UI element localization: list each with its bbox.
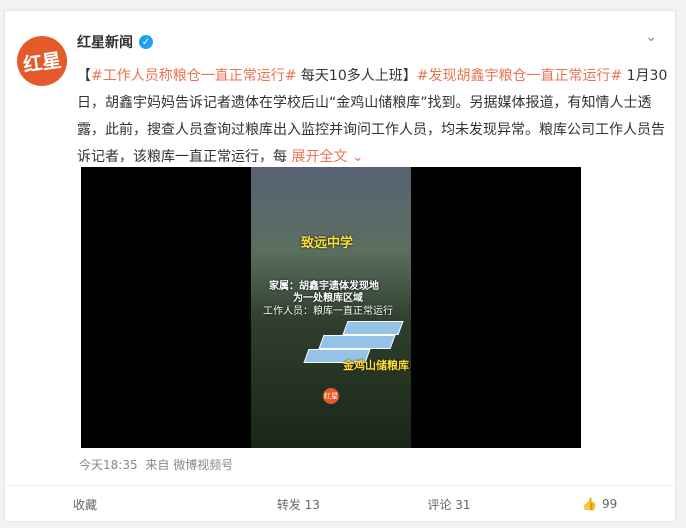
warehouse-label: 金鸡山储粮库 (343, 359, 409, 372)
video-caption-3: 工作人员：粮库一直正常运行 (263, 306, 393, 317)
post-time[interactable]: 今天18:35 (79, 458, 138, 472)
video-player[interactable]: 致远中学 家属：胡鑫宇遗体发现地 为一处粮库区域 工作人员：粮库一直正常运行 金… (81, 167, 581, 448)
more-menu-icon[interactable]: ⌄ (645, 29, 657, 45)
favorite-button[interactable]: 收藏 (5, 496, 223, 513)
author-name[interactable]: 红星新闻 (77, 32, 133, 52)
hashtag-link-1[interactable]: #工作人员称粮仓一直正常运行# (91, 68, 296, 84)
verified-icon: ✓ (139, 35, 153, 49)
source-link[interactable]: 微博视频号 (173, 458, 233, 472)
comment-button[interactable]: 评论 31 (374, 496, 525, 513)
like-button[interactable]: 👍 99 (524, 497, 675, 511)
title-bracket: 【 (77, 68, 91, 84)
post-text: 【#工作人员称粮仓一直正常运行# 每天10多人上班】#发现胡鑫宇粮仓一直正常运行… (77, 63, 675, 171)
action-bar: 收藏 转发 13 评论 31 👍 99 (5, 489, 675, 519)
post-headline: 每天10多人上班】 (296, 68, 417, 84)
hashtag-link-2[interactable]: #发现胡鑫宇粮仓一直正常运行# (417, 68, 622, 84)
actions-divider (5, 485, 675, 486)
author-row: 红星新闻 ✓ (77, 32, 153, 52)
expand-full-text-link[interactable]: 展开全文 ⌄ (291, 149, 363, 165)
source-prefix: 来自 (145, 458, 170, 472)
post-meta: 今天18:35 来自 微博视频号 (79, 456, 233, 473)
repost-button[interactable]: 转发 13 (223, 496, 374, 513)
thumbs-up-icon: 👍 (582, 497, 598, 511)
watermark-logo: 红星 (323, 388, 339, 404)
warehouse-roof-1 (342, 321, 404, 335)
avatar[interactable]: 红星 (13, 32, 71, 90)
weibo-feed-card: 红星 红星新闻 ✓ ⌄ 【#工作人员称粮仓一直正常运行# 每天10多人上班】#发… (0, 0, 686, 528)
school-label: 致远中学 (301, 236, 354, 251)
warehouse-roof-2 (318, 335, 396, 349)
video-frame: 致远中学 家属：胡鑫宇遗体发现地 为一处粮库区域 工作人员：粮库一直正常运行 金… (251, 167, 411, 448)
post-card: 红星 红星新闻 ✓ ⌄ 【#工作人员称粮仓一直正常运行# 每天10多人上班】#发… (4, 10, 676, 522)
